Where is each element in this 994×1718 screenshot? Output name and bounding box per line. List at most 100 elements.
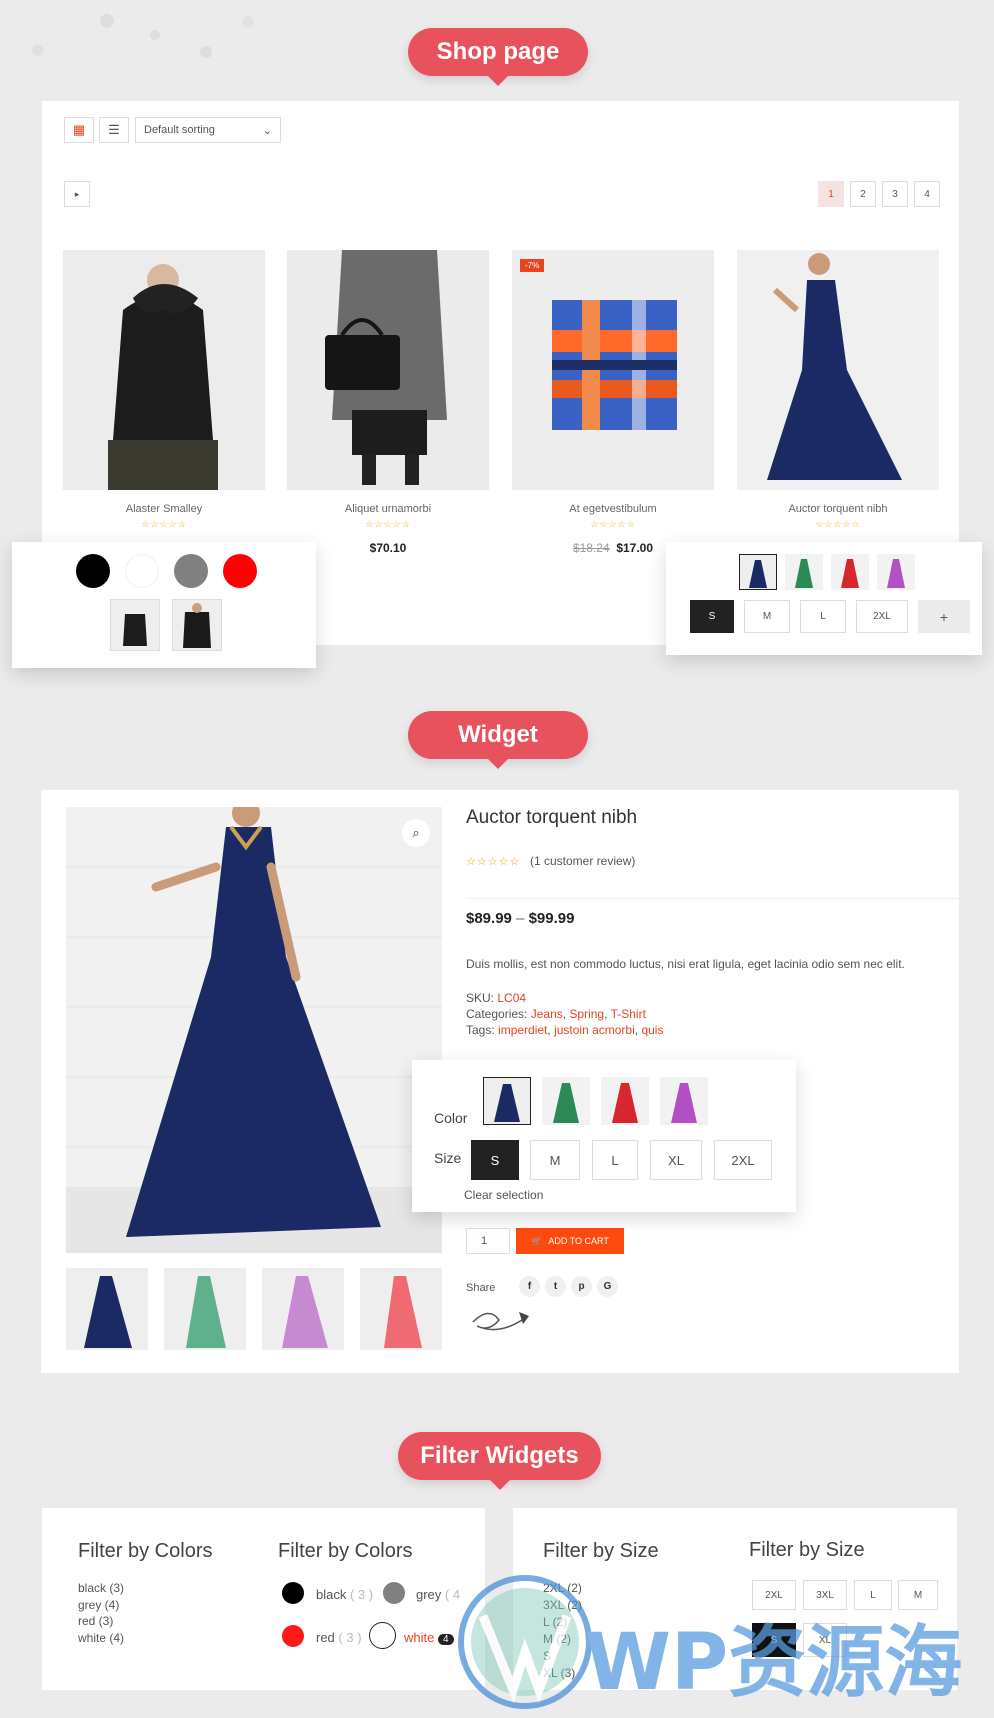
filter-title: Filter by Size	[749, 1539, 865, 1561]
swatch-red[interactable]	[223, 554, 257, 588]
filter-option[interactable]: red (3)	[78, 1613, 124, 1630]
swatch-grey[interactable]	[174, 554, 208, 588]
gallery-thumb[interactable]	[360, 1268, 442, 1350]
color-swatch-green[interactable]	[542, 1077, 590, 1125]
size-m-button[interactable]: M	[530, 1140, 580, 1180]
size-label: S	[708, 611, 716, 622]
color-swatch-purple[interactable]	[660, 1077, 708, 1125]
facebook-icon[interactable]: f	[519, 1276, 540, 1297]
gallery-thumb[interactable]	[66, 1268, 148, 1350]
color-swatch-red[interactable]	[601, 1077, 649, 1125]
product-name[interactable]: Auctor torquent nibh	[737, 503, 939, 515]
product-image[interactable]	[737, 250, 939, 490]
zoom-button[interactable]: ⌕	[402, 819, 430, 847]
tag-link[interactable]: quis	[641, 1023, 663, 1037]
categories-label: Categories:	[466, 1007, 528, 1021]
filter-title: Filter by Colors	[278, 1540, 413, 1562]
bag-photo	[287, 250, 489, 490]
tag-link[interactable]: imperdiet	[498, 1023, 547, 1037]
add-to-cart-button[interactable]: 🛒 ADD TO CART	[516, 1228, 624, 1254]
size-s-button[interactable]: S	[471, 1140, 519, 1180]
main-product-image[interactable]: ⌕	[66, 807, 442, 1253]
size-2xl-button[interactable]: 2XL	[856, 600, 908, 633]
pinterest-icon[interactable]: p	[571, 1276, 592, 1297]
product-name[interactable]: Alaster Smalley	[63, 503, 265, 515]
option-label: red	[316, 1630, 335, 1645]
filter-option[interactable]: white (4)	[78, 1630, 124, 1647]
share-icons: f t p G	[519, 1276, 618, 1297]
quantity-value: 1	[481, 1235, 488, 1247]
sort-select[interactable]: Default sorting ⌄	[135, 117, 281, 143]
filter-option[interactable]: grey (4)	[78, 1597, 124, 1614]
filter-colors-panel: Filter by Colors black (3) grey (4) red …	[42, 1508, 485, 1690]
filter-option[interactable]: black ( 3 )	[316, 1587, 373, 1602]
size-xl-button[interactable]: XL	[650, 1140, 702, 1180]
color-dot-black[interactable]	[282, 1582, 304, 1604]
product-image[interactable]: -7%	[512, 250, 714, 490]
category-link[interactable]: Jeans	[531, 1007, 563, 1021]
image-swatch-green[interactable]	[785, 554, 823, 590]
product-name[interactable]: Aliquet urnamorbi	[287, 503, 489, 515]
tag-link[interactable]: justoin acmorbi	[554, 1023, 635, 1037]
product-name[interactable]: At egetvestibulum	[512, 503, 714, 515]
color-dot-red[interactable]	[282, 1625, 304, 1647]
icon-glyph: G	[603, 1281, 612, 1292]
image-swatch[interactable]	[172, 599, 222, 651]
color-swatch-navy[interactable]	[483, 1077, 531, 1125]
image-swatch-purple[interactable]	[877, 554, 915, 590]
swatch-white[interactable]	[125, 554, 159, 588]
divider	[466, 898, 959, 899]
chevron-down-icon: ⌄	[262, 124, 272, 137]
option-label: grey	[416, 1587, 442, 1602]
quantity-input[interactable]: 1	[466, 1228, 510, 1254]
rating-stars: ☆☆☆☆☆	[815, 519, 861, 529]
twitter-icon[interactable]: t	[545, 1276, 566, 1297]
size-m-button[interactable]: M	[744, 600, 790, 633]
gallery-thumb[interactable]	[262, 1268, 344, 1350]
category-link[interactable]: T-Shirt	[611, 1007, 646, 1021]
google-icon[interactable]: G	[597, 1276, 618, 1297]
decor-dots	[20, 10, 260, 80]
gallery-thumb[interactable]	[164, 1268, 246, 1350]
page-label: 1	[828, 188, 834, 200]
image-swatch[interactable]	[110, 599, 160, 651]
filter-option[interactable]: grey ( 4	[416, 1587, 460, 1602]
sale-price: $17.00	[616, 541, 654, 555]
plus-icon: +	[939, 608, 949, 625]
product-price: $70.10	[369, 541, 407, 555]
page-1[interactable]: 1	[818, 181, 844, 207]
list-view-button[interactable]: ☰	[99, 117, 129, 143]
page-label: 3	[892, 188, 898, 200]
size-l-button[interactable]: L	[800, 600, 846, 633]
price-low: $89.99	[466, 910, 512, 927]
filter-option[interactable]: red ( 3 )	[316, 1630, 362, 1645]
image-swatch-navy[interactable]	[739, 554, 777, 590]
filter-toggle-button[interactable]: ▸	[64, 181, 90, 207]
filter-option[interactable]: white 4	[404, 1630, 454, 1645]
size-l-button[interactable]: L	[592, 1140, 638, 1180]
color-swatch-card	[12, 542, 316, 668]
category-link[interactable]: Spring	[569, 1007, 604, 1021]
page-4[interactable]: 4	[914, 181, 940, 207]
share-label: Share	[466, 1282, 496, 1294]
dress-main-photo	[66, 807, 442, 1253]
product-image[interactable]	[287, 250, 489, 490]
size-2xl-button[interactable]: 2XL	[714, 1140, 772, 1180]
color-dot-white[interactable]	[369, 1622, 396, 1649]
color-dot-grey[interactable]	[383, 1582, 405, 1604]
more-sizes-button[interactable]: +	[918, 600, 970, 633]
grid-view-button[interactable]: ▦	[64, 117, 94, 143]
filter-option[interactable]: black (3)	[78, 1580, 124, 1597]
product-image[interactable]	[63, 250, 265, 490]
purple-dress-thumb	[877, 554, 915, 590]
clear-selection-link[interactable]: Clear selection	[464, 1188, 543, 1202]
option-label: white	[404, 1630, 435, 1645]
price-high: $99.99	[528, 910, 575, 927]
review-link[interactable]: (1 customer review)	[530, 854, 635, 868]
page-2[interactable]: 2	[850, 181, 876, 207]
page-3[interactable]: 3	[882, 181, 908, 207]
size-s-button[interactable]: S	[690, 600, 734, 633]
rating-stars: ☆☆☆☆☆	[590, 519, 636, 529]
image-swatch-red[interactable]	[831, 554, 869, 590]
swatch-black[interactable]	[76, 554, 110, 588]
